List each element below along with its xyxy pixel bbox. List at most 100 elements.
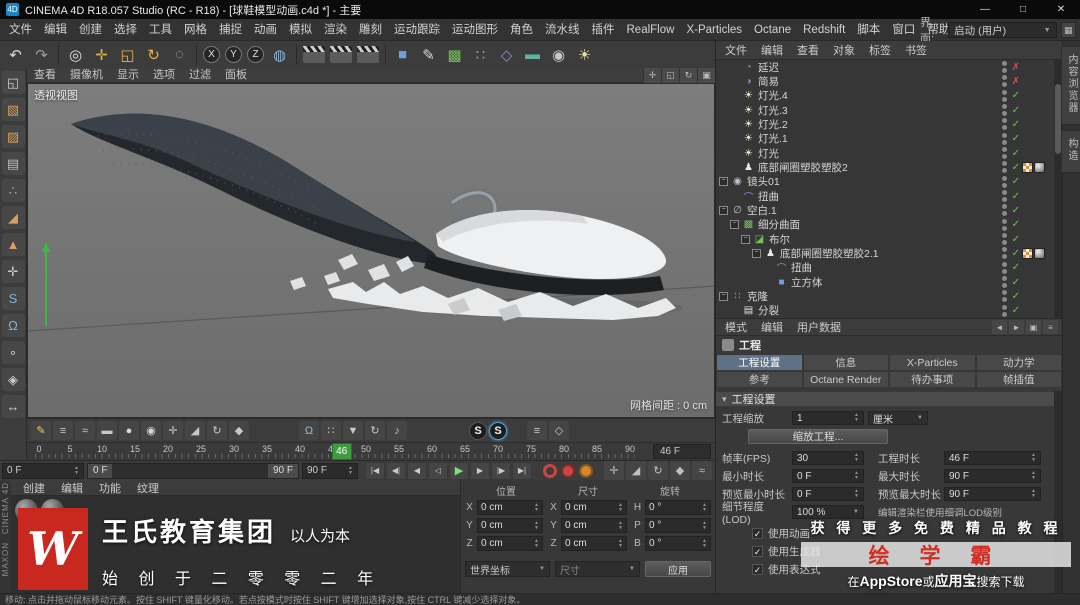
tab-参考[interactable]: 参考 — [716, 371, 803, 388]
object-menu-书签[interactable]: 书签 — [898, 42, 934, 58]
keyframe-scale-icon[interactable]: ◢ — [185, 421, 205, 440]
measure-icon[interactable]: ↔ — [1, 395, 25, 418]
tree-item[interactable]: ■ 立方体 ✓ — [716, 275, 1047, 289]
position-z-field[interactable]: 0 cm — [477, 536, 543, 551]
visibility-dots[interactable] — [1002, 247, 1007, 260]
maximize-button[interactable]: □ — [1004, 0, 1042, 19]
enabled-check-icon[interactable]: ✓ — [1012, 291, 1020, 302]
range-start-handle[interactable]: 0 F — [88, 463, 113, 478]
menu-运动跟踪[interactable]: 运动跟踪 — [388, 19, 446, 41]
visibility-dot[interactable] — [1002, 125, 1007, 131]
visibility-dot[interactable] — [1002, 218, 1007, 224]
menu-RealFlow[interactable]: RealFlow — [621, 19, 681, 41]
quantize-icon[interactable]: ∘ — [1, 341, 25, 364]
goto-end-button[interactable]: ▶| — [512, 461, 532, 480]
model-mode-icon[interactable]: ▧ — [1, 98, 25, 121]
end-frame-field[interactable]: 90 F — [302, 462, 358, 479]
menu-文件[interactable]: 文件 — [3, 19, 38, 41]
visibility-dot[interactable] — [1002, 240, 1007, 246]
menu-运动图形[interactable]: 运动图形 — [446, 19, 504, 41]
redo-icon[interactable]: ↷ — [29, 42, 54, 67]
visibility-dot[interactable] — [1002, 247, 1007, 253]
attribute-menu-用户数据[interactable]: 用户数据 — [790, 319, 848, 335]
tree-item[interactable]: − ◪ 布尔 ✓ — [716, 232, 1047, 246]
enabled-check-icon[interactable]: ✓ — [1012, 305, 1020, 316]
rotation-b-field[interactable]: 0 ° — [645, 536, 711, 551]
menu-网格[interactable]: 网格 — [178, 19, 213, 41]
next-key-button[interactable]: |▶ — [491, 461, 511, 480]
convert-editable-icon[interactable]: ◱ — [1, 71, 25, 94]
mograph-button[interactable]: ∷ — [468, 42, 493, 67]
lock-x-button[interactable]: X — [203, 46, 220, 63]
object-menu-查看[interactable]: 查看 — [790, 42, 826, 58]
tree-item[interactable]: ☀ 灯光 ✓ — [716, 146, 1047, 160]
visibility-dot[interactable] — [1002, 147, 1007, 153]
tab-待办事项[interactable]: 待办事项 — [889, 371, 976, 388]
visibility-dot[interactable] — [1002, 283, 1007, 289]
tab-Octane Render[interactable]: Octane Render — [802, 371, 889, 388]
min-time-field[interactable]: 0 F — [792, 469, 864, 483]
material-menu-创建[interactable]: 创建 — [15, 480, 53, 496]
viewport-menu-选项[interactable]: 选项 — [146, 68, 182, 83]
tree-item[interactable]: ☀ 灯光.3 ✓ — [716, 103, 1047, 117]
visibility-dots[interactable] — [1002, 175, 1007, 188]
tree-item[interactable]: − ◉ 镜头01 ✓ — [716, 175, 1047, 189]
history-forward-icon[interactable]: ► — [1009, 320, 1024, 334]
pen-tool-button[interactable]: ✎ — [416, 42, 441, 67]
lock-y-button[interactable]: Y — [225, 46, 242, 63]
visibility-dot[interactable] — [1002, 297, 1007, 303]
enabled-check-icon[interactable]: ✓ — [1012, 262, 1020, 273]
record-pla-icon[interactable]: ≈ — [692, 461, 712, 480]
visibility-dots[interactable] — [1002, 290, 1007, 303]
size-mode-dropdown[interactable]: 尺寸 — [555, 561, 640, 577]
visibility-dots[interactable] — [1002, 190, 1007, 203]
hierarchy-mode-icon[interactable]: ≡ — [527, 421, 547, 440]
fps-field[interactable]: 30 — [792, 451, 864, 465]
viewport-solo-icon[interactable]: S — [1, 287, 25, 310]
play-button[interactable]: ▶ — [449, 461, 469, 480]
subdivision-surface-button[interactable]: ▩ — [442, 42, 467, 67]
menu-动画[interactable]: 动画 — [248, 19, 283, 41]
menu-流水线[interactable]: 流水线 — [539, 19, 586, 41]
enabled-check-icon[interactable]: ✓ — [1012, 248, 1020, 259]
visibility-dot[interactable] — [1002, 190, 1007, 196]
visibility-dots[interactable] — [1002, 276, 1007, 289]
visibility-dot[interactable] — [1002, 61, 1007, 67]
structure-tab[interactable]: 构造 — [1061, 130, 1080, 173]
record-scale-icon[interactable]: ◢ — [626, 461, 646, 480]
tab-工程设置[interactable]: 工程设置 — [716, 354, 803, 371]
visibility-dot[interactable] — [1002, 197, 1007, 203]
tree-item[interactable]: ◑ 简易 ✗ — [716, 74, 1047, 88]
viewport-menu-显示[interactable]: 显示 — [110, 68, 146, 83]
deformer-button[interactable]: ◇ — [494, 42, 519, 67]
tree-item[interactable]: ▤ 分裂 ✓ — [716, 304, 1047, 318]
tree-item[interactable]: − ∅ 空白.1 ✓ — [716, 203, 1047, 217]
record-position-icon[interactable]: ✛ — [604, 461, 624, 480]
tab-信息[interactable]: 信息 — [802, 354, 889, 371]
tree-item[interactable]: ☀ 灯光.4 ✓ — [716, 89, 1047, 103]
tree-item[interactable]: − ∷ 克隆 ✓ — [716, 289, 1047, 303]
keyframe-position-icon[interactable]: ✛ — [163, 421, 183, 440]
menu-选择[interactable]: 选择 — [108, 19, 143, 41]
undo-icon[interactable]: ↶ — [3, 42, 28, 67]
visibility-dots[interactable] — [1002, 304, 1007, 317]
visibility-dot[interactable] — [1002, 139, 1007, 145]
render-settings-button[interactable] — [357, 46, 379, 63]
coord-system-icon[interactable]: ◍ — [267, 42, 292, 67]
keyframe-nav-icon[interactable]: ◇ — [549, 421, 569, 440]
object-menu-编辑[interactable]: 编辑 — [754, 42, 790, 58]
panel-menu-icon[interactable]: ≡ — [1043, 320, 1058, 334]
loop-mode-icon[interactable]: ↻ — [365, 421, 385, 440]
scale-project-button[interactable]: 缩放工程... — [748, 428, 888, 444]
size-x-field[interactable]: 0 cm — [561, 500, 627, 515]
motion-clip-icon[interactable]: ▬ — [97, 421, 117, 440]
range-end-handle[interactable]: 90 F — [267, 463, 298, 478]
preview-range-slider[interactable]: 0 F 90 F — [87, 462, 299, 479]
keyframe-rotation-icon[interactable]: ↻ — [207, 421, 227, 440]
enabled-check-icon[interactable]: ✓ — [1012, 219, 1020, 230]
enabled-check-icon[interactable]: ✓ — [1012, 205, 1020, 216]
record-active-objects-button[interactable] — [543, 463, 557, 478]
expand-toggle-icon[interactable]: − — [730, 220, 739, 230]
enabled-check-icon[interactable]: ✓ — [1012, 105, 1020, 116]
rotate-icon[interactable]: ↻ — [141, 42, 166, 67]
